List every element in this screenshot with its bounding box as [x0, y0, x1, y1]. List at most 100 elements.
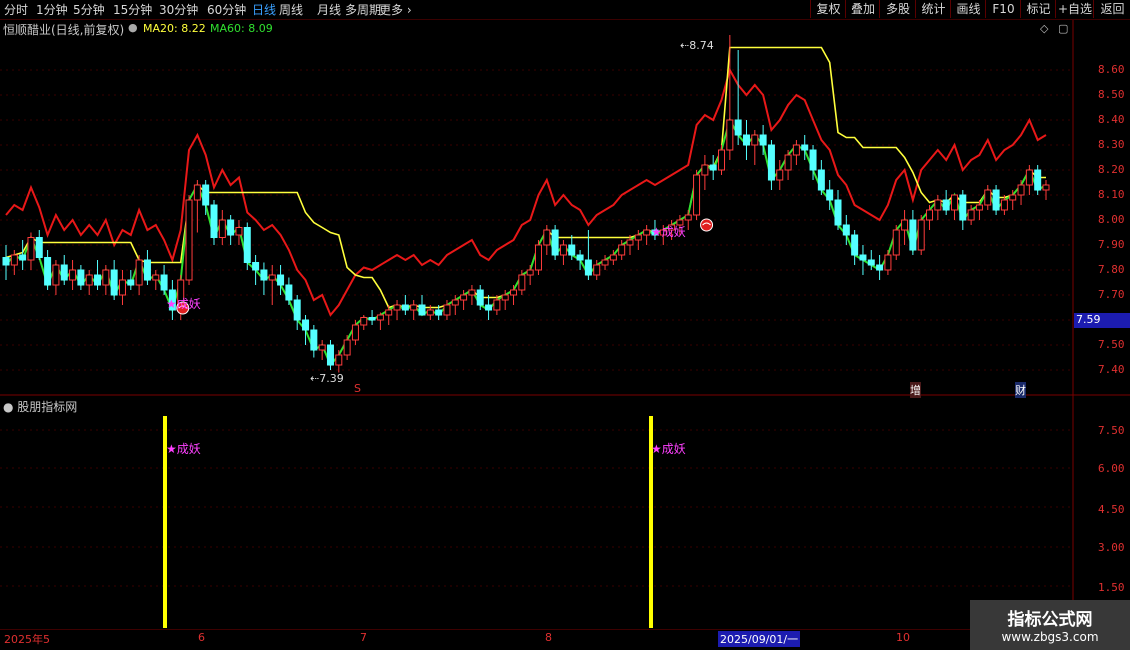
- candle-body: [210, 204, 218, 238]
- indicator-tick: 3.00: [1098, 541, 1125, 554]
- price-tick: 7.80: [1098, 263, 1125, 276]
- candle-body: [235, 227, 243, 236]
- candle-body: [351, 324, 359, 341]
- candle-body: [85, 274, 93, 286]
- candle-body: [809, 149, 817, 171]
- candle-body: [609, 254, 617, 261]
- date-label: 6: [198, 631, 205, 644]
- candle-body: [318, 344, 326, 351]
- candle-body: [959, 194, 967, 221]
- price-tick: 8.00: [1098, 213, 1125, 226]
- candle-body: [551, 229, 559, 256]
- price-tick: 8.30: [1098, 138, 1125, 151]
- candle-body: [69, 269, 77, 281]
- candle-body: [218, 219, 226, 238]
- toolbar-button-4[interactable]: 画线: [950, 0, 986, 18]
- period-tab-8[interactable]: 月线: [317, 1, 341, 18]
- current-price-tag: 7.59: [1074, 313, 1130, 328]
- candle-body: [826, 189, 834, 201]
- toolbar-button-0[interactable]: 复权: [810, 0, 846, 18]
- high-value: 8.74: [689, 39, 714, 52]
- toolbar-button-2[interactable]: 多股: [879, 0, 916, 18]
- toolbar-button-6[interactable]: 标记: [1020, 0, 1056, 18]
- watermark-title: 指标公式网: [1007, 610, 1093, 630]
- candle-body: [543, 229, 551, 246]
- period-tab-4[interactable]: 30分钟: [159, 1, 198, 18]
- candle-body: [892, 229, 900, 256]
- low-value: 7.39: [319, 372, 344, 385]
- ma20-label: MA20: 8.22: [143, 22, 206, 35]
- candle-body: [135, 259, 143, 286]
- candle-body: [784, 154, 792, 171]
- marker-zeng: 增: [910, 382, 921, 398]
- candle-body: [767, 144, 775, 181]
- period-tab-1[interactable]: 1分钟: [36, 1, 68, 18]
- candle-body: [293, 299, 301, 321]
- price-tick: 7.70: [1098, 288, 1125, 301]
- toolbar-button-7[interactable]: +自选: [1055, 0, 1094, 18]
- candle-body: [518, 274, 526, 291]
- candle-body: [867, 259, 875, 266]
- candle-body: [510, 289, 518, 296]
- candle-body: [601, 259, 609, 266]
- candle-body: [634, 234, 642, 241]
- period-tab-7[interactable]: 周线: [279, 1, 303, 18]
- marker-s: S: [354, 382, 361, 395]
- candle-body: [526, 269, 534, 276]
- candle-body: [360, 317, 368, 326]
- candle-body: [926, 209, 934, 221]
- candle-body: [709, 164, 717, 171]
- candle-body: [1042, 184, 1050, 191]
- candle-body: [193, 184, 201, 201]
- period-tab-2[interactable]: 5分钟: [73, 1, 105, 18]
- candle-body: [734, 119, 742, 136]
- period-tab-0[interactable]: 分时: [4, 1, 28, 18]
- candle-body: [742, 134, 750, 146]
- watermark: 指标公式网 www.zbgs3.com: [970, 600, 1130, 650]
- candle-body: [227, 219, 235, 236]
- toolbar-button-1[interactable]: 叠加: [845, 0, 880, 18]
- period-tab-9[interactable]: 多周期: [345, 1, 381, 18]
- window-icon[interactable]: ▢: [1058, 22, 1068, 35]
- candle-body: [626, 239, 634, 246]
- toolbar-button-5[interactable]: F10: [985, 0, 1021, 18]
- toolbar-button-3[interactable]: 统计: [915, 0, 951, 18]
- toolbar-button-8[interactable]: 返回: [1093, 0, 1130, 18]
- candle-body: [718, 149, 726, 171]
- signal-label-2: ★成妖: [651, 225, 686, 239]
- candle-body: [118, 279, 126, 296]
- candle-body: [975, 204, 983, 211]
- candle-body: [851, 234, 859, 256]
- candle-body: [385, 309, 393, 316]
- date-label: 2025年5: [4, 633, 50, 646]
- price-chart[interactable]: [0, 20, 1130, 630]
- candle-body: [901, 219, 909, 231]
- diamond-icon[interactable]: ◇: [1040, 22, 1048, 35]
- indicator-tick: 6.00: [1098, 462, 1125, 475]
- candle-body: [52, 264, 60, 286]
- high-annotation: ⇠8.74: [680, 39, 714, 52]
- signal-label-1: ★成妖: [166, 297, 201, 311]
- candle-body: [393, 304, 401, 311]
- candle-body: [934, 199, 942, 211]
- signal-ball: [700, 218, 714, 232]
- candle-body: [418, 304, 426, 316]
- candle-body: [10, 254, 18, 266]
- lower-band-line: [5, 117, 1047, 367]
- indicator-tick: 7.50: [1098, 424, 1125, 437]
- period-tab-5[interactable]: 60分钟: [207, 1, 246, 18]
- period-tab-6[interactable]: 日线: [252, 1, 276, 18]
- indicator-title: ● 股朋指标网: [3, 400, 78, 414]
- candle-body: [1017, 184, 1025, 196]
- period-tab-3[interactable]: 15分钟: [113, 1, 152, 18]
- period-tab-10[interactable]: 更多 ›: [379, 1, 412, 18]
- candle-body: [759, 134, 767, 146]
- candle-body: [751, 134, 759, 146]
- date-label: 8: [545, 631, 552, 644]
- settings-icon[interactable]: ●: [128, 21, 138, 34]
- candle-body: [260, 269, 268, 281]
- candle-body: [1000, 199, 1008, 211]
- candle-body: [967, 209, 975, 221]
- candle-body: [817, 169, 825, 191]
- candle-body: [684, 214, 692, 221]
